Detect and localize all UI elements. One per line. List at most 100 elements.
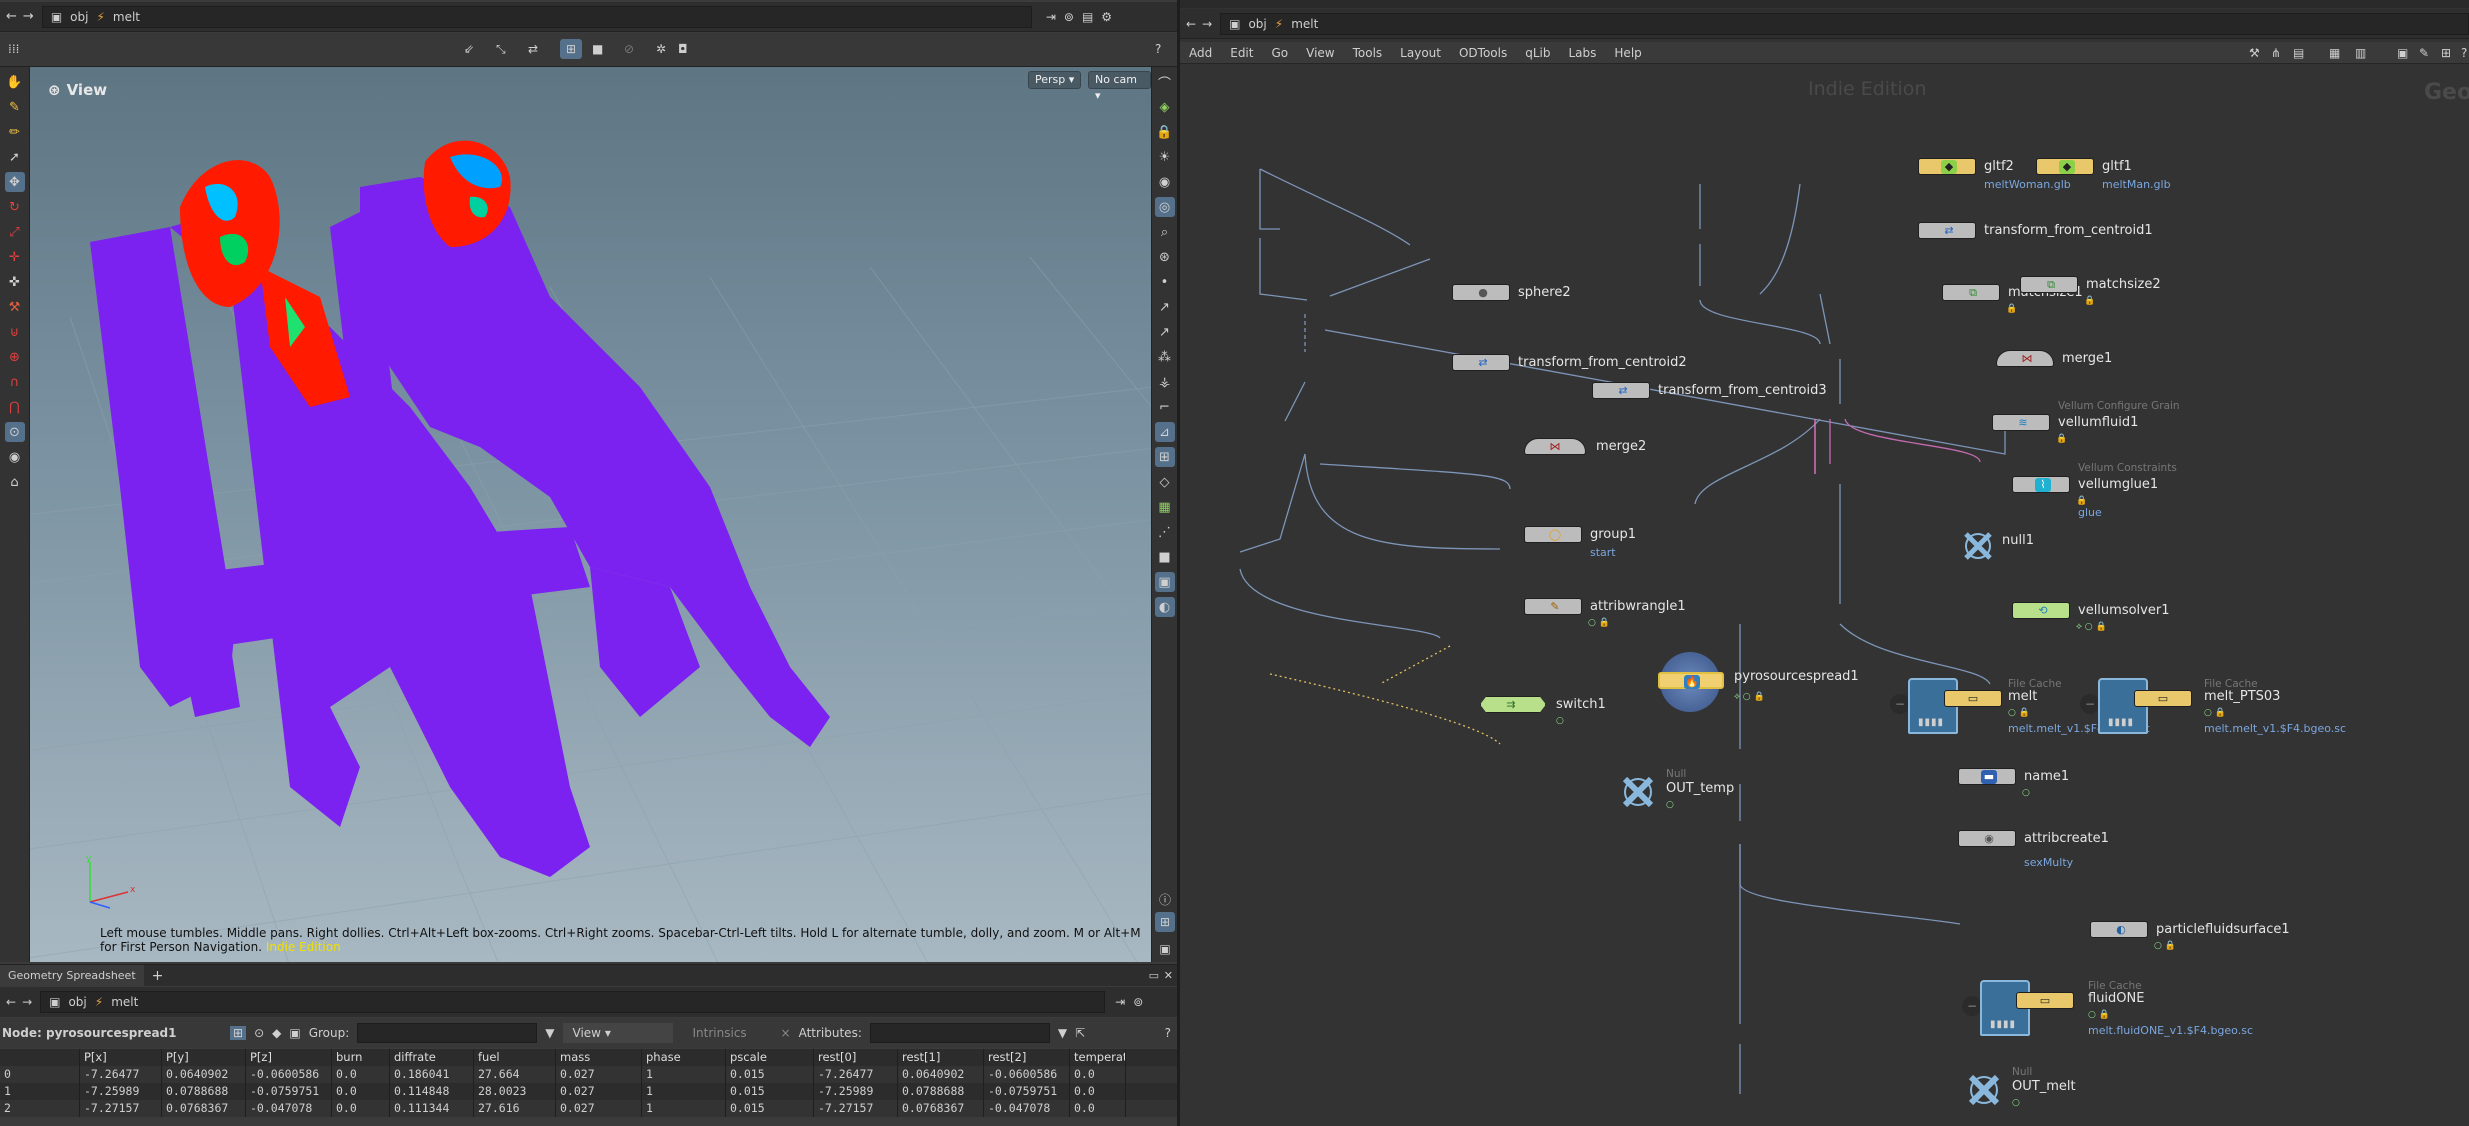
brush-tool-icon[interactable]: ✏ <box>5 122 25 142</box>
detail-mode-icon[interactable]: ▣ <box>289 1026 300 1040</box>
forward-arrow-icon[interactable]: → <box>22 995 32 1009</box>
network-path-field[interactable]: ▣ obj ⚡ melt <box>1220 12 2469 35</box>
select-edges-icon[interactable]: ⤡ <box>496 42 506 57</box>
column-header[interactable]: P[z] <box>246 1049 332 1066</box>
column-header[interactable]: phase <box>642 1049 726 1066</box>
menu-go[interactable]: Go <box>1262 46 1297 60</box>
grid-icon[interactable]: ⁞⁞⁞ <box>8 42 19 56</box>
pose-tool-icon[interactable]: ✜ <box>5 272 25 292</box>
settings-icon[interactable]: ⚙ <box>1101 10 1112 24</box>
node-melt-pts03-filecache[interactable]: − ▮▮▮▮ ▭ File Cache melt_PTS03 ○ 🔒 melt.… <box>2080 678 2348 738</box>
spreadsheet-path-field[interactable]: ▣ obj ⚡ melt <box>40 991 1106 1013</box>
column-header[interactable]: rest[1] <box>898 1049 984 1066</box>
info-icon[interactable]: ⓘ <box>1152 891 1178 908</box>
group-field[interactable] <box>357 1023 538 1043</box>
menu-layout[interactable]: Layout <box>1391 46 1450 60</box>
rig-tool-icon[interactable]: ⋂ <box>5 397 25 417</box>
guides-icon[interactable]: ⚶ <box>1155 372 1175 392</box>
display-options-icon[interactable]: ▤ <box>1082 10 1093 24</box>
select-tool-icon[interactable]: ➚ <box>5 147 25 167</box>
path-node[interactable]: melt <box>111 995 138 1009</box>
add-tab-button[interactable]: + <box>152 968 164 984</box>
dolly-tool-icon[interactable]: ◉ <box>5 447 25 467</box>
render-tool-icon[interactable]: ⌂ <box>5 472 25 492</box>
menu-odtools[interactable]: ODTools <box>1450 46 1516 60</box>
points-display-icon[interactable]: • <box>1155 272 1175 292</box>
paint-tool-icon[interactable]: ✎ <box>5 97 25 117</box>
help-icon[interactable]: ? <box>2452 46 2469 60</box>
menu-labs[interactable]: Labs <box>1559 46 1605 60</box>
magnet-tool-icon[interactable]: ⊍ <box>5 322 25 342</box>
select-objects-icon[interactable]: ⊞ <box>560 39 582 59</box>
camera-button[interactable]: No cam ▾ <box>1088 71 1151 102</box>
node-melt-filecache[interactable]: − ▮▮▮▮ ▭ File Cache melt ○ 🔒 melt.melt_v… <box>1890 678 2150 738</box>
path-node[interactable]: melt <box>113 10 140 24</box>
background-icon[interactable]: ⊿ <box>1154 422 1175 442</box>
attr-filter-icon[interactable]: ▼ <box>1058 1026 1067 1040</box>
column-header[interactable]: pscale <box>726 1049 814 1066</box>
column-header[interactable]: rest[2] <box>984 1049 1070 1066</box>
back-arrow-icon[interactable]: ← <box>1186 17 1196 31</box>
forward-arrow-icon[interactable]: → <box>23 9 34 24</box>
view-tool-icon[interactable]: ⊙ <box>4 422 25 442</box>
select-prims-icon[interactable]: ⇄ <box>528 42 538 56</box>
help-icon[interactable]: ? <box>1155 42 1161 56</box>
column-header[interactable]: mass <box>556 1049 642 1066</box>
number-display-icon[interactable]: ⁂ <box>1155 347 1175 367</box>
prims-mode-icon[interactable]: ◆ <box>272 1026 281 1040</box>
view-dropdown[interactable]: View ▾ <box>562 1023 673 1043</box>
lattice-tool-icon[interactable]: ∩ <box>5 372 25 392</box>
handle-tool-icon[interactable]: ✛ <box>5 247 25 267</box>
help-icon[interactable]: ? <box>1165 1026 1171 1040</box>
column-header[interactable] <box>0 1049 80 1066</box>
3d-viewport[interactable]: ⊛ View Persp ▾ No cam ▾ y x Left mouse tu… <box>30 67 1151 962</box>
bounds-icon[interactable]: ⌐ <box>1155 397 1175 417</box>
column-header[interactable]: burn <box>332 1049 390 1066</box>
vertices-mode-icon[interactable]: ⊙ <box>254 1026 264 1040</box>
layout-icon[interactable]: ⊞ <box>1155 912 1175 932</box>
camera-snapshot-icon[interactable]: ◘ <box>678 42 688 56</box>
column-header[interactable]: fuel <box>474 1049 556 1066</box>
snap-icon[interactable]: ✲ <box>656 42 666 56</box>
scatter-tool-icon[interactable]: ⊕ <box>5 347 25 367</box>
bypass-icon[interactable]: − <box>1890 694 1910 714</box>
forward-arrow-icon[interactable]: → <box>1202 17 1212 31</box>
shaded-icon[interactable]: ◈ <box>1155 97 1175 117</box>
path-node[interactable]: melt <box>1291 17 1318 31</box>
lock-camera-icon[interactable]: 🔒 <box>1155 122 1175 142</box>
wireframe-icon[interactable]: ⌒ <box>1155 72 1175 92</box>
image-icon[interactable]: ▣ <box>1154 572 1175 592</box>
menu-qlib[interactable]: qLib <box>1516 46 1559 60</box>
flipbook-icon[interactable]: ▦ <box>1155 497 1175 517</box>
attr-pin-icon[interactable]: ⇱ <box>1075 1026 1085 1040</box>
snapshot-icon[interactable]: ◐ <box>1154 597 1175 617</box>
grid-display-icon[interactable]: ⊞ <box>1154 447 1175 467</box>
eye-icon[interactable]: ◉ <box>1155 172 1175 192</box>
viewport-path-field[interactable]: ▣ obj ⚡ melt <box>41 5 1032 28</box>
pin-icon[interactable]: ⇥ <box>1046 10 1056 24</box>
network-canvas[interactable]: Indie Edition Geo ◆ gltf2 meltWoman.glb … <box>1180 64 2469 1126</box>
render-view-icon[interactable]: ▣ <box>1152 942 1178 956</box>
column-header[interactable]: temperatu <box>1070 1049 1126 1066</box>
lock-selection-icon[interactable]: ⊘ <box>624 42 634 56</box>
list-icon[interactable]: ▤ <box>2284 46 2313 60</box>
move-tool-icon[interactable]: ✥ <box>4 172 25 192</box>
pane-close-icon[interactable]: ✕ <box>1164 969 1173 982</box>
node-fluidone-filecache[interactable]: − ▮▮▮▮ ▭ File Cache fluidONE ○ 🔒 melt.fl… <box>1962 980 2253 1040</box>
select-points-icon[interactable]: ⇙ <box>464 42 474 56</box>
render-region-icon[interactable]: ■ <box>1155 547 1175 567</box>
column-header[interactable]: P[y] <box>162 1049 246 1066</box>
link-icon[interactable]: ⊚ <box>1064 10 1074 24</box>
visibility-icon[interactable]: ◎ <box>1154 197 1175 217</box>
tile-view-icon[interactable]: ▥ <box>2346 46 2375 60</box>
vectors-icon[interactable]: ↗ <box>1155 322 1175 342</box>
back-arrow-icon[interactable]: ← <box>6 9 17 24</box>
points-mode-icon[interactable]: ⊞ <box>230 1026 247 1040</box>
bypass-icon[interactable]: − <box>2080 694 2100 714</box>
camera-icon[interactable]: ⌕ <box>1155 222 1175 242</box>
menu-tools[interactable]: Tools <box>1344 46 1392 60</box>
clear-icon[interactable]: × <box>781 1026 791 1040</box>
scale-tool-icon[interactable]: ⤢ <box>5 222 25 242</box>
menu-help[interactable]: Help <box>1605 46 1650 60</box>
bypass-icon[interactable]: − <box>1962 996 1982 1016</box>
